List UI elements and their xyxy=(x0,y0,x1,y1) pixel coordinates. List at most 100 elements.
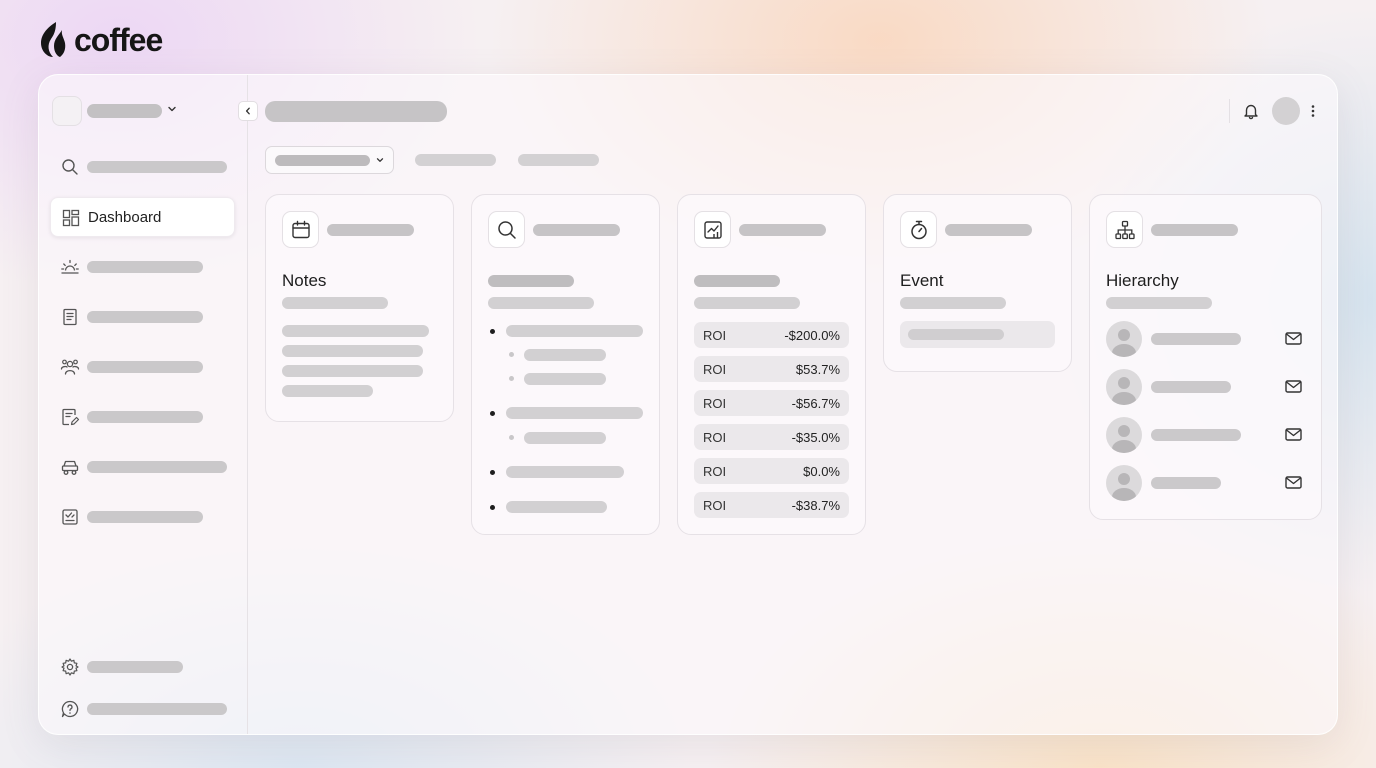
sidebar-item-label-placeholder xyxy=(87,411,203,423)
roi-row: ROI -$35.0% xyxy=(694,424,849,450)
chevron-down-icon[interactable] xyxy=(165,102,179,116)
person-name-placeholder xyxy=(1151,333,1241,345)
person-row[interactable] xyxy=(1106,417,1306,453)
card-title-placeholder xyxy=(488,275,574,287)
bell-icon[interactable] xyxy=(1242,102,1260,120)
team-icon xyxy=(60,359,80,375)
sidebar-item-label-placeholder xyxy=(87,511,203,523)
card-icon-box xyxy=(900,211,937,248)
roi-row: ROI $53.7% xyxy=(694,356,849,382)
note-line-placeholder xyxy=(282,345,423,357)
card-subtitle-placeholder xyxy=(282,297,388,309)
roi-label: ROI xyxy=(703,396,727,411)
card-subtitle-placeholder xyxy=(900,297,1006,309)
user-avatar[interactable] xyxy=(1272,97,1300,125)
search-card[interactable] xyxy=(471,194,660,535)
sidebar-item-documents[interactable] xyxy=(50,297,235,337)
brand-logo[interactable]: coffee xyxy=(38,20,163,60)
chevron-left-icon xyxy=(245,107,250,115)
list-subitem-placeholder xyxy=(524,373,606,385)
card-title-placeholder xyxy=(694,275,780,287)
calendar-icon xyxy=(291,220,310,238)
sunrise-icon xyxy=(61,259,79,274)
collapse-sidebar-button[interactable] xyxy=(238,101,258,121)
mail-icon[interactable] xyxy=(1284,425,1303,444)
card-header-placeholder xyxy=(739,224,826,236)
avatar xyxy=(1106,465,1142,501)
person-row[interactable] xyxy=(1106,465,1306,501)
roi-value: -$38.7% xyxy=(791,498,840,513)
note-line-placeholder xyxy=(282,365,423,377)
roi-value: $0.0% xyxy=(803,464,840,479)
filter-tab-placeholder[interactable] xyxy=(415,154,496,166)
person-name-placeholder xyxy=(1151,477,1221,489)
sidebar-item-label-placeholder xyxy=(87,311,203,323)
person-row[interactable] xyxy=(1106,369,1306,405)
card-subtitle-placeholder xyxy=(488,297,594,309)
notes-card[interactable]: Notes xyxy=(265,194,454,422)
roi-row: ROI -$38.7% xyxy=(694,492,849,518)
more-vertical-icon[interactable] xyxy=(1305,103,1321,119)
chart-icon xyxy=(703,220,722,239)
sidebar-item-label: Dashboard xyxy=(88,209,162,226)
filter-tab-placeholder[interactable] xyxy=(518,154,599,166)
hierarchy-card[interactable]: Hierarchy xyxy=(1089,194,1322,520)
sidebar-item-search[interactable] xyxy=(50,147,235,187)
card-title: Notes xyxy=(282,271,327,290)
avatar xyxy=(1106,417,1142,453)
mail-icon[interactable] xyxy=(1284,377,1303,396)
roi-label: ROI xyxy=(703,498,727,513)
mail-icon[interactable] xyxy=(1284,473,1303,492)
sidebar-item-label-placeholder xyxy=(87,361,203,373)
sidebar-item-checklist[interactable] xyxy=(50,497,235,537)
roi-value: -$200.0% xyxy=(784,328,840,343)
sidebar-item-settings[interactable] xyxy=(50,647,235,687)
list-item-placeholder xyxy=(506,466,624,478)
mail-icon[interactable] xyxy=(1284,329,1303,348)
event-detail-placeholder xyxy=(908,329,1004,340)
roi-value: -$35.0% xyxy=(791,430,840,445)
person-row[interactable] xyxy=(1106,321,1306,357)
sidebar-item-help[interactable] xyxy=(50,689,235,729)
sidebar: Dashboard xyxy=(39,75,248,734)
sidebar-item-label-placeholder xyxy=(87,461,227,473)
document-icon xyxy=(63,308,77,326)
person-name-placeholder xyxy=(1151,381,1231,393)
sidebar-item-label-placeholder xyxy=(87,261,203,273)
list-item-placeholder xyxy=(506,501,607,513)
sidebar-item-label-placeholder xyxy=(87,661,183,673)
roi-label: ROI xyxy=(703,362,727,377)
sidebar-item-label-placeholder xyxy=(87,161,227,173)
sidebar-item-dashboard[interactable]: Dashboard xyxy=(50,197,235,237)
header-divider xyxy=(1229,99,1230,123)
sidebar-item-team[interactable] xyxy=(50,347,235,387)
timer-icon xyxy=(910,220,927,239)
checklist-icon xyxy=(62,509,78,525)
sidebar-item-sunrise[interactable] xyxy=(50,247,235,287)
card-icon-box xyxy=(282,211,319,248)
sidebar-item-vehicles[interactable] xyxy=(50,447,235,487)
list-sub-bullet xyxy=(509,352,514,357)
workspace-avatar[interactable] xyxy=(52,96,82,126)
roi-row: ROI $0.0% xyxy=(694,458,849,484)
search-icon xyxy=(62,159,78,175)
edit-document-icon xyxy=(62,408,80,426)
roi-value: $53.7% xyxy=(795,362,840,377)
brand-name: coffee xyxy=(74,21,163,58)
card-subtitle-placeholder xyxy=(1106,297,1212,309)
workspace-name-placeholder[interactable] xyxy=(87,104,162,118)
note-line-placeholder xyxy=(282,385,373,397)
avatar xyxy=(1106,369,1142,405)
roi-label: ROI xyxy=(703,328,727,343)
card-header-placeholder xyxy=(327,224,414,236)
roi-card[interactable]: ROI -$200.0% ROI $53.7% ROI -$56.7% ROI … xyxy=(677,194,866,535)
coffee-flame-icon xyxy=(41,22,66,57)
list-bullet xyxy=(490,470,495,475)
sidebar-item-edit-documents[interactable] xyxy=(50,397,235,437)
roi-label: ROI xyxy=(703,430,727,445)
card-icon-box xyxy=(488,211,525,248)
vehicle-icon xyxy=(61,460,79,475)
list-item-placeholder xyxy=(506,407,643,419)
event-card[interactable]: Event xyxy=(883,194,1072,372)
filter-dropdown[interactable] xyxy=(265,146,394,174)
